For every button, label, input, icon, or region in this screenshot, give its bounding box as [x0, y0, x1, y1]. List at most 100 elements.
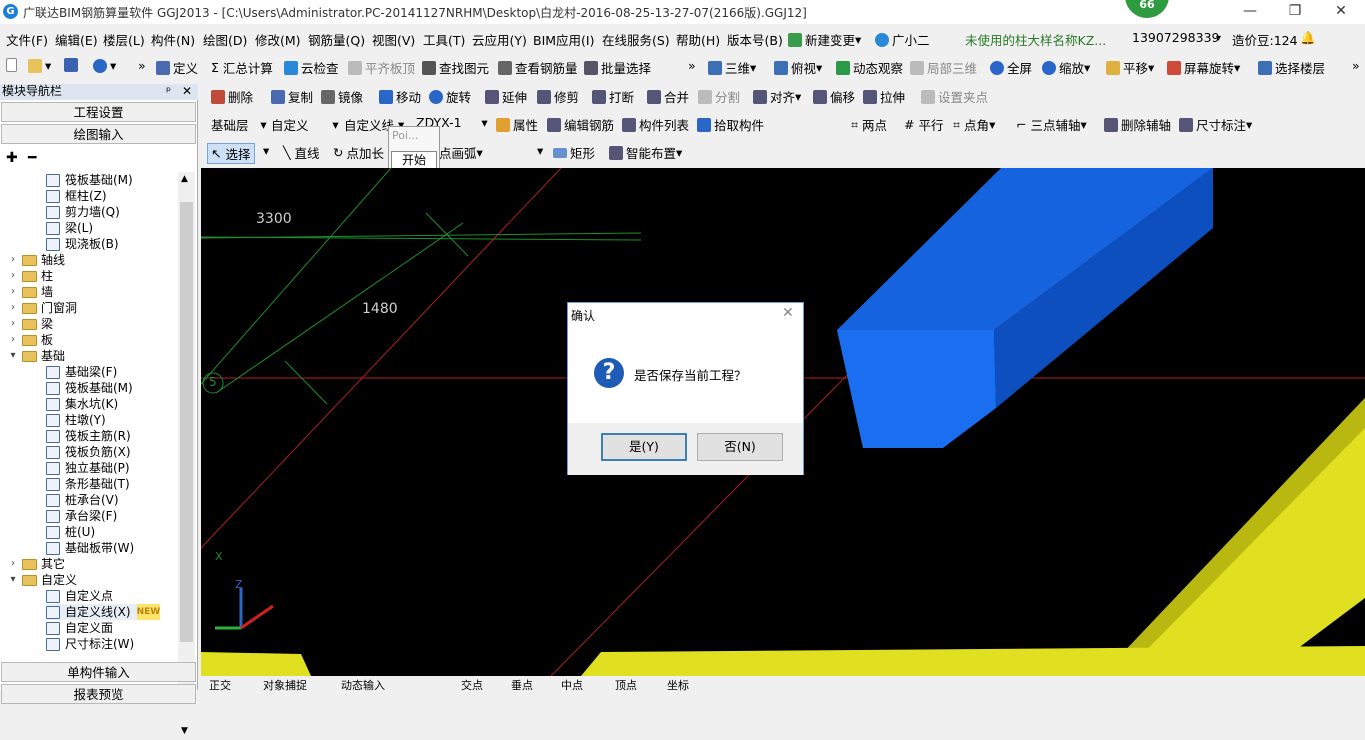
offset-button[interactable]: 偏移 [813, 87, 855, 106]
top-view-button[interactable]: 俯视 ▾ [774, 58, 822, 77]
vertex-toggle[interactable]: 顶点 [615, 677, 637, 693]
menu-draw[interactable]: 绘图(D) [203, 30, 247, 49]
set-grip-button[interactable]: 设置夹点 [921, 87, 988, 106]
tree-item[interactable]: › 门窗洞 [8, 300, 77, 316]
dynamic-input-toggle[interactable]: 动态输入 [341, 677, 385, 693]
menu-edit[interactable]: 编辑(E) [55, 30, 98, 49]
chevron-right-icon[interactable]: › [8, 332, 18, 348]
yes-button[interactable]: 是(Y) [601, 433, 687, 461]
tree-item[interactable]: › 柱 [8, 268, 53, 284]
assistant-button[interactable]: 广小二 [875, 30, 930, 49]
undo-icon[interactable]: ▾ [93, 58, 116, 73]
chevron-down-icon[interactable]: ▾ [8, 572, 18, 588]
tree-item[interactable]: 独立基础(P) [46, 460, 130, 476]
chevron-right-icon[interactable]: › [8, 556, 18, 572]
tree-item[interactable]: › 轴线 [8, 252, 65, 268]
perpendicular-toggle[interactable]: 垂点 [511, 677, 533, 693]
tree-item[interactable]: 柱墩(Y) [46, 412, 106, 428]
tree-item[interactable]: ▾ 自定义 [8, 572, 77, 588]
menu-component[interactable]: 构件(N) [151, 30, 195, 49]
intersection-toggle[interactable]: 交点 [461, 677, 483, 693]
menu-tools[interactable]: 工具(T) [423, 30, 465, 49]
dynamic-view-button[interactable]: 动态观察 [836, 58, 903, 77]
properties-button[interactable]: 属性 [496, 115, 538, 134]
align-slab-top-button[interactable]: 平齐板顶 [348, 58, 415, 77]
copy-button[interactable]: 复制 [271, 87, 313, 106]
open-file-icon[interactable]: ▾ [28, 58, 51, 73]
stretch-button[interactable]: 拉伸 [863, 87, 905, 106]
scroll-thumb[interactable] [180, 202, 193, 642]
tree-item[interactable]: › 墙 [8, 284, 53, 300]
collapse-all-icon[interactable]: ━ [28, 150, 36, 166]
expand-all-icon[interactable]: ✚ [6, 150, 18, 166]
floor-select[interactable]: 基础层 ▾ [211, 115, 267, 134]
chevron-down-icon[interactable]: ▾ [263, 143, 269, 158]
menu-rebar[interactable]: 钢筋量(Q) [308, 30, 365, 49]
view-rebar-button[interactable]: 查看钢筋量 [498, 58, 578, 77]
menu-floor[interactable]: 楼层(L) [103, 30, 145, 49]
menu-cloud[interactable]: 云应用(Y) [472, 30, 527, 49]
delete-button[interactable]: 删除 [211, 87, 253, 106]
coordinate-toggle[interactable]: 坐标 [667, 677, 689, 693]
tree-item[interactable]: 梁(L) [46, 220, 93, 236]
notification-badge[interactable]: 66 [1125, 0, 1169, 18]
single-component-input-button[interactable]: 单构件输入 [1, 662, 196, 682]
tree-item[interactable]: › 其它 [8, 556, 65, 572]
chevron-right-icon[interactable]: › [8, 284, 18, 300]
report-preview-button[interactable]: 报表预览 [1, 684, 196, 704]
component-list-button[interactable]: 构件列表 [622, 115, 689, 134]
menu-view[interactable]: 视图(V) [372, 30, 415, 49]
align-button[interactable]: 对齐 ▾ [753, 87, 801, 106]
close-window-button[interactable]: ✕ [1318, 0, 1364, 24]
pan-button[interactable]: 平移 ▾ [1106, 58, 1154, 77]
break-button[interactable]: 打断 [592, 87, 634, 106]
select-floor-button[interactable]: 选择楼层 [1258, 58, 1325, 77]
tree-item[interactable]: 条形基础(T) [46, 476, 130, 492]
zoom-button[interactable]: 缩放 ▾ [1042, 58, 1090, 77]
3d-button[interactable]: 三维 ▾ [708, 58, 756, 77]
pin-icon[interactable]: ᵖ [166, 84, 171, 99]
extend-button[interactable]: 延伸 [485, 87, 527, 106]
new-file-icon[interactable] [6, 58, 20, 72]
close-icon[interactable]: ✕ [782, 305, 794, 321]
midpoint-toggle[interactable]: 中点 [561, 677, 583, 693]
tree-item[interactable]: 集水坑(K) [46, 396, 118, 412]
tree-item[interactable]: 筏板负筋(X) [46, 444, 131, 460]
close-icon[interactable]: ✕ [182, 84, 192, 99]
fullscreen-button[interactable]: 全屏 [990, 58, 1032, 77]
menu-file[interactable]: 文件(F) [6, 30, 48, 49]
tree-item[interactable]: › 板 [8, 332, 53, 348]
scroll-up-icon[interactable]: ▲ [181, 174, 188, 184]
chevron-right-icon[interactable]: › [8, 268, 18, 284]
save-icon[interactable] [64, 58, 81, 72]
move-button[interactable]: 移动 [379, 87, 421, 106]
merge-button[interactable]: 合并 [647, 87, 689, 106]
overflow-icon[interactable]: » [1352, 58, 1360, 73]
chevron-down-icon[interactable]: ▾ [537, 143, 543, 158]
menu-modify[interactable]: 修改(M) [255, 30, 301, 49]
tree-item[interactable]: ▾ 基础 [8, 348, 65, 364]
delete-axis-button[interactable]: 删除辅轴 [1104, 115, 1171, 134]
chevron-right-icon[interactable]: › [8, 316, 18, 332]
mirror-button[interactable]: 镜像 [321, 87, 363, 106]
find-element-button[interactable]: 查找图元 [422, 58, 489, 77]
point-angle-button[interactable]: ⌗ 点角 ▾ [953, 115, 995, 134]
overflow-icon[interactable]: » [688, 58, 696, 73]
chevron-right-icon[interactable]: › [8, 252, 18, 268]
scroll-down-icon[interactable]: ▼ [181, 726, 188, 736]
tree-item[interactable]: › 梁 [8, 316, 53, 332]
tree-item[interactable]: 基础板带(W) [46, 540, 134, 556]
drawing-input-button[interactable]: 绘图输入 [1, 124, 196, 144]
tree-item[interactable]: 桩承台(V) [46, 492, 119, 508]
rotate-button[interactable]: 旋转 [429, 87, 471, 106]
menu-help[interactable]: 帮助(H) [676, 30, 720, 49]
trim-button[interactable]: 修剪 [537, 87, 579, 106]
point-arc-button[interactable]: 点画弧 ▾ [439, 143, 483, 162]
menu-version[interactable]: 版本号(B) [727, 30, 783, 49]
cloud-check-button[interactable]: 云检查 [284, 58, 339, 77]
tree-item[interactable]: 自定义面 [46, 620, 113, 636]
line-button[interactable]: ╲ 直线 [283, 143, 320, 162]
restore-button[interactable]: ❐ [1272, 0, 1318, 24]
notice-text[interactable]: 未使用的柱大样名称KZ... [965, 30, 1106, 49]
phone-dropdown[interactable]: 13907298339 [1132, 30, 1219, 45]
